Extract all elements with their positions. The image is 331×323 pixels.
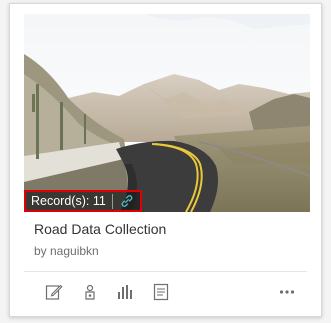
card-actions-toolbar (10, 282, 321, 302)
more-icon (279, 290, 295, 294)
road-landscape-picture (24, 14, 310, 212)
item-owner: by naguibkn (34, 244, 99, 258)
edit-icon (45, 284, 63, 300)
edit-button[interactable] (44, 282, 64, 302)
details-icon (153, 283, 169, 301)
badge-separator (111, 193, 113, 209)
link-icon[interactable] (120, 194, 134, 208)
record-count-label: Record(s): 11 (31, 194, 106, 208)
bar-chart-icon (118, 285, 132, 299)
more-button[interactable] (277, 282, 297, 302)
tag-icon (85, 284, 95, 300)
item-title[interactable]: Road Data Collection (34, 221, 166, 237)
thumbnail-image[interactable]: Record(s): 11 (24, 14, 310, 212)
card-divider (24, 271, 307, 272)
chart-button[interactable] (115, 282, 135, 302)
details-button[interactable] (151, 282, 171, 302)
record-count-badge[interactable]: Record(s): 11 (24, 190, 142, 212)
item-card: Record(s): 11 Road Data Collection by na… (9, 3, 322, 317)
tag-button[interactable] (80, 282, 100, 302)
